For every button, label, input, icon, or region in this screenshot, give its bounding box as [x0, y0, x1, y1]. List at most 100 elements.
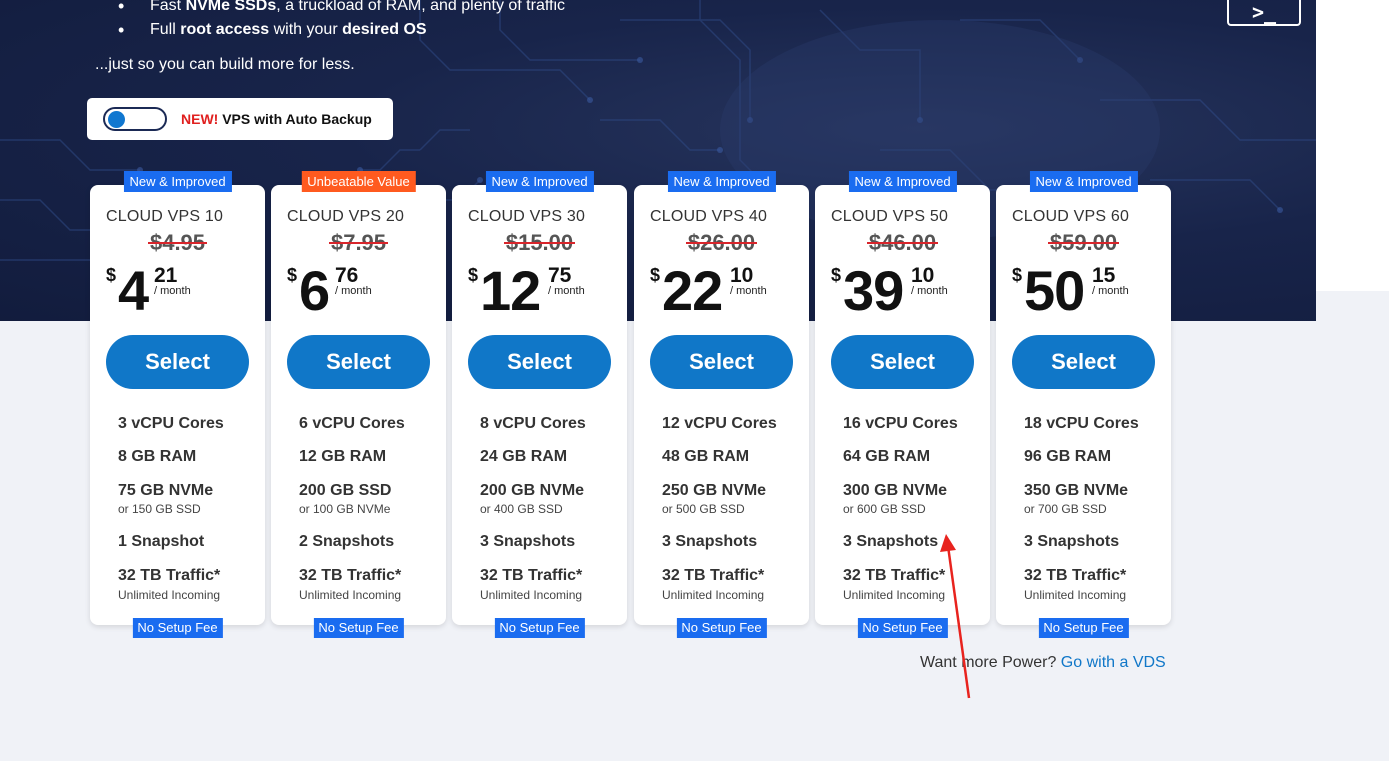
select-button[interactable]: Select: [287, 335, 430, 389]
spec-ram: 64 GB RAM: [843, 448, 931, 465]
price-period: / month: [154, 285, 191, 297]
plan-name: CLOUD VPS 10: [106, 208, 224, 225]
spec-snapshots: 2 Snapshots: [299, 533, 395, 550]
spec-cpu: 3 vCPU Cores: [118, 415, 224, 432]
no-setup-fee-badge: No Setup Fee: [676, 618, 767, 638]
select-button[interactable]: Select: [468, 335, 611, 389]
price-integer: 50: [1024, 259, 1085, 322]
currency-symbol: $: [468, 265, 479, 285]
spec-storage: 300 GB NVMe: [843, 482, 948, 499]
old-price: $59.00: [1047, 230, 1120, 255]
terminal-button[interactable]: >_: [1227, 0, 1301, 26]
no-setup-fee-badge: No Setup Fee: [494, 618, 585, 638]
spec-ram: 48 GB RAM: [662, 448, 750, 465]
spec-storage: 200 GB SSD: [299, 482, 392, 499]
spec-traffic: 32 TB Traffic*: [662, 567, 765, 584]
old-price: $4.95: [147, 230, 208, 255]
old-price: $46.00: [866, 230, 939, 255]
spec-snapshots: 3 Snapshots: [662, 533, 758, 550]
spec-ram: 96 GB RAM: [1024, 448, 1112, 465]
auto-backup-label: NEW! VPS with Auto Backup: [181, 111, 372, 127]
spec-traffic-note: Unlimited Incoming: [1024, 588, 1127, 602]
toggle-knob: [108, 111, 125, 128]
spec-cpu: 6 vCPU Cores: [299, 415, 405, 432]
no-setup-fee-badge: No Setup Fee: [1038, 618, 1129, 638]
spec-storage-alt: or 600 GB SSD: [843, 502, 926, 516]
spec-traffic-note: Unlimited Incoming: [480, 588, 583, 602]
price-period: / month: [1092, 285, 1129, 297]
spec-traffic-note: Unlimited Incoming: [299, 588, 402, 602]
spec-cpu: 8 vCPU Cores: [480, 415, 586, 432]
spec-traffic-note: Unlimited Incoming: [662, 588, 765, 602]
hero-tagline: ...just so you can build more for less.: [95, 56, 355, 73]
spec-snapshots: 3 Snapshots: [843, 533, 939, 550]
old-price: $15.00: [503, 230, 576, 255]
spec-ram: 12 GB RAM: [299, 448, 387, 465]
no-setup-fee-badge: No Setup Fee: [857, 618, 948, 638]
plan-badge: New & Improved: [667, 171, 776, 192]
currency-symbol: $: [650, 265, 661, 285]
plan-card: New & Improved CLOUD VPS 40 $26.00 $ 22 …: [634, 171, 809, 638]
spec-traffic: 32 TB Traffic*: [843, 567, 946, 584]
plan-card: New & Improved CLOUD VPS 60 $59.00 $ 50 …: [996, 171, 1171, 638]
spec-cpu: 12 vCPU Cores: [662, 415, 777, 432]
plan-badge: New & Improved: [485, 171, 594, 192]
spec-snapshots: 1 Snapshot: [118, 533, 205, 550]
new-tag: NEW!: [181, 111, 219, 127]
spec-storage: 250 GB NVMe: [662, 482, 767, 499]
spec-ram: 8 GB RAM: [118, 448, 197, 465]
spec-snapshots: 3 Snapshots: [1024, 533, 1120, 550]
spec-traffic: 32 TB Traffic*: [299, 567, 402, 584]
feature-bullets: Fast NVMe SSDs, a truckload of RAM, and …: [118, 0, 565, 42]
price-integer: 6: [299, 259, 330, 322]
spec-storage-alt: or 700 GB SSD: [1024, 502, 1107, 516]
select-button[interactable]: Select: [650, 335, 793, 389]
right-edge-panel: [1316, 0, 1389, 291]
plan-name: CLOUD VPS 40: [650, 208, 768, 225]
spec-storage-alt: or 400 GB SSD: [480, 502, 563, 516]
toggle-switch[interactable]: [103, 107, 167, 131]
plan-badge: Unbeatable Value: [301, 171, 416, 192]
spec-ram: 24 GB RAM: [480, 448, 568, 465]
spec-storage: 75 GB NVMe: [118, 482, 214, 499]
spec-traffic: 32 TB Traffic*: [480, 567, 583, 584]
currency-symbol: $: [1012, 265, 1023, 285]
more-power-prompt: Want more Power? Go with a VDS: [920, 654, 1166, 671]
price-period: / month: [335, 285, 372, 297]
spec-snapshots: 3 Snapshots: [480, 533, 576, 550]
vds-link[interactable]: Go with a VDS: [1061, 654, 1166, 671]
no-setup-fee-badge: No Setup Fee: [132, 618, 223, 638]
spec-storage-alt: or 150 GB SSD: [118, 502, 201, 516]
spec-cpu: 16 vCPU Cores: [843, 415, 958, 432]
plan-badge: New & Improved: [123, 171, 232, 192]
plan-name: CLOUD VPS 60: [1012, 208, 1130, 225]
feature-bullet: Full root access with your desired OS: [118, 18, 565, 42]
price-period: / month: [730, 285, 767, 297]
old-price: $26.00: [685, 230, 758, 255]
feature-bullet: Fast NVMe SSDs, a truckload of RAM, and …: [118, 0, 565, 18]
plan-card: New & Improved CLOUD VPS 30 $15.00 $ 12 …: [452, 171, 627, 638]
old-price: $7.95: [328, 230, 389, 255]
plan-badge: New & Improved: [848, 171, 957, 192]
price-integer: 4: [118, 259, 149, 322]
auto-backup-toggle[interactable]: NEW! VPS with Auto Backup: [87, 98, 393, 140]
select-button[interactable]: Select: [106, 335, 249, 389]
plan-name: CLOUD VPS 50: [831, 208, 949, 225]
price-integer: 39: [843, 259, 904, 322]
currency-symbol: $: [287, 265, 298, 285]
spec-storage: 200 GB NVMe: [480, 482, 585, 499]
plan-badge: New & Improved: [1029, 171, 1138, 192]
plan-name: CLOUD VPS 30: [468, 208, 586, 225]
spec-cpu: 18 vCPU Cores: [1024, 415, 1139, 432]
spec-storage-alt: or 100 GB NVMe: [299, 502, 391, 516]
spec-traffic: 32 TB Traffic*: [118, 567, 221, 584]
plan-card: New & Improved CLOUD VPS 50 $46.00 $ 39 …: [815, 171, 990, 638]
select-button[interactable]: Select: [1012, 335, 1155, 389]
plan-card: New & Improved CLOUD VPS 10 $4.95 $ 4 21…: [90, 171, 265, 638]
spec-storage-alt: or 500 GB SSD: [662, 502, 745, 516]
no-setup-fee-badge: No Setup Fee: [313, 618, 404, 638]
spec-traffic-note: Unlimited Incoming: [843, 588, 946, 602]
plan-name: CLOUD VPS 20: [287, 208, 405, 225]
currency-symbol: $: [106, 265, 117, 285]
select-button[interactable]: Select: [831, 335, 974, 389]
